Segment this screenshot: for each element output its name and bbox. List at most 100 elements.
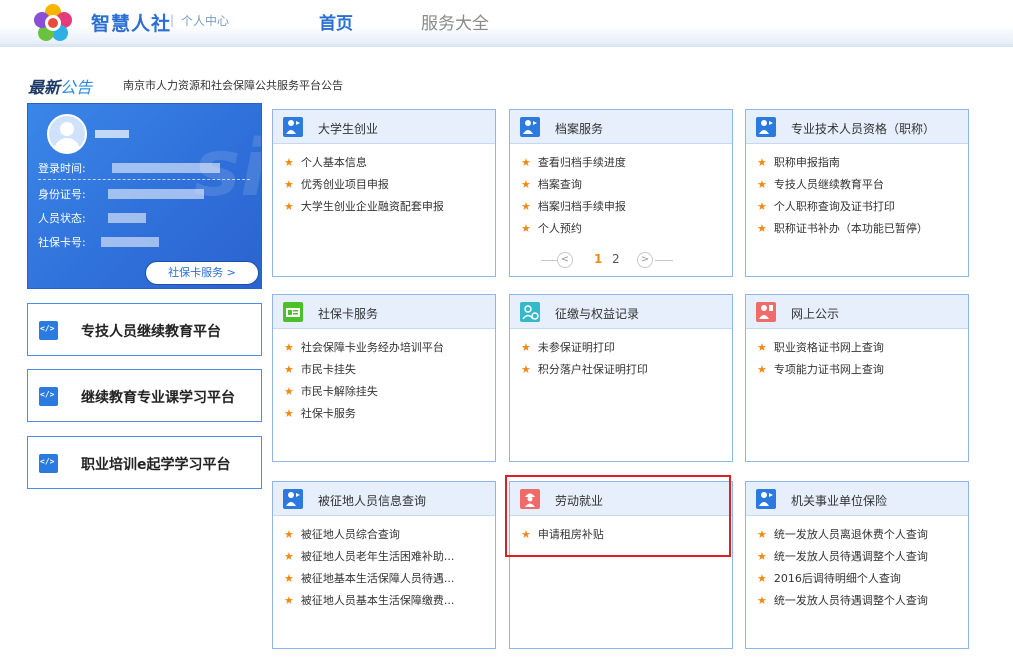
service-card-public-notice: 网上公示 ★ 职业资格证书网上查询 ★ 专项能力证书网上查询 <box>745 294 969 462</box>
service-link-list: ★ 统一发放人员离退休费个人查询 ★ 统一发放人员待遇调整个人查询 ★ 2016后调待… <box>757 524 928 612</box>
code-icon <box>39 454 58 473</box>
star-icon: ★ <box>757 550 767 563</box>
code-icon <box>39 321 58 340</box>
service-card-title: 档案服务 <box>555 122 604 136</box>
service-link[interactable]: ★ 市民卡挂失 <box>284 359 444 381</box>
star-icon: ★ <box>757 363 767 376</box>
person-flag-icon <box>283 489 303 509</box>
service-link-list: ★ 查看归档手续进度 ★ 档案查询 ★ 档案归档手续申报 ★ 个人预约 <box>521 152 626 240</box>
person-record-icon <box>520 302 540 322</box>
platform-label: 继续教育专业课学习平台 <box>81 390 235 406</box>
service-link-list: ★ 个人基本信息 ★ 优秀创业项目申报 ★ 大学生创业企业融资配套申报 <box>284 152 444 218</box>
service-card-header[interactable]: 档案服务 <box>510 110 732 144</box>
person-flag-icon <box>520 117 540 137</box>
service-link[interactable]: ★ 2016后调待明细个人查询 <box>757 568 928 590</box>
service-link[interactable]: ★ 档案归档手续申报 <box>521 196 626 218</box>
service-card-title: 大学生创业 <box>318 122 379 136</box>
platform-continuing-education[interactable]: 专技人员继续教育平台 <box>27 303 262 356</box>
card-divider <box>38 179 250 180</box>
service-link[interactable]: ★ 统一发放人员离退休费个人查询 <box>757 524 928 546</box>
notice-label: 最新公告 <box>28 74 92 98</box>
card-username-blur <box>95 130 129 138</box>
platform-vocational-training[interactable]: 职业培训e起学学习平台 <box>27 436 262 489</box>
avatar <box>47 114 87 154</box>
social-card-service-button[interactable]: 社保卡服务 > <box>145 261 259 285</box>
service-card-header[interactable]: 被征地人员信息查询 <box>273 482 495 516</box>
service-link[interactable]: ★ 专技人员继续教育平台 <box>757 174 928 196</box>
star-icon: ★ <box>757 572 767 585</box>
pagination: < 1 2 > <box>541 251 677 269</box>
star-icon: ★ <box>284 528 294 541</box>
service-card-title: 社保卡服务 <box>318 307 379 321</box>
notice-label-latest: 最新 <box>28 78 61 97</box>
service-link[interactable]: ★ 职称证书补办（本功能已暂停） <box>757 218 928 240</box>
notice-label-announcement: 公告 <box>60 78 93 97</box>
service-link[interactable]: ★ 社会保障卡业务经办培训平台 <box>284 337 444 359</box>
person-flag-icon <box>756 117 776 137</box>
star-icon: ★ <box>284 407 294 420</box>
service-link[interactable]: ★ 统一发放人员待遇调整个人查询 <box>757 546 928 568</box>
service-link[interactable]: ★ 专项能力证书网上查询 <box>757 359 884 381</box>
service-card-title: 网上公示 <box>791 307 840 321</box>
service-link[interactable]: ★ 未参保证明打印 <box>521 337 648 359</box>
service-link[interactable]: ★ 市民卡解除挂失 <box>284 381 444 403</box>
service-link-list: ★ 未参保证明打印 ★ 积分落户社保证明打印 <box>521 337 648 381</box>
service-card-institution-insurance: 机关事业单位保险 ★ 统一发放人员离退休费个人查询 ★ 统一发放人员待遇调整个人查询… <box>745 481 969 649</box>
page-2[interactable]: 2 <box>612 252 620 266</box>
service-card-social-security-card: 社保卡服务 ★ 社会保障卡业务经办培训平台 ★ 市民卡挂失 ★ 市民卡解除挂失 ★ 社保… <box>272 294 496 462</box>
login-time-value <box>112 163 220 173</box>
user-info-card: si 登录时间: 身份证号: 人员状态: 社保卡号: 社保卡服务 > <box>27 103 262 289</box>
service-link[interactable]: ★ 被征地人员综合查询 <box>284 524 454 546</box>
service-link[interactable]: ★ 查看归档手续进度 <box>521 152 626 174</box>
person-flag-icon <box>756 489 776 509</box>
service-link-list: ★ 社会保障卡业务经办培训平台 ★ 市民卡挂失 ★ 市民卡解除挂失 ★ 社保卡服务 <box>284 337 444 425</box>
service-card-graduate-startup: 大学生创业 ★ 个人基本信息 ★ 优秀创业项目申报 ★ 大学生创业企业融资配套申报 <box>272 109 496 277</box>
service-link[interactable]: ★ 统一发放人员待遇调整个人查询 <box>757 590 928 612</box>
code-icon <box>39 387 58 406</box>
service-link[interactable]: ★ 个人基本信息 <box>284 152 444 174</box>
brand-title[interactable]: 智慧人社 <box>91 9 171 36</box>
nav-home[interactable]: 首页 <box>319 9 353 34</box>
star-icon: ★ <box>284 572 294 585</box>
top-header: 智慧人社 | 个人中心 首页 服务大全 <box>0 0 1013 46</box>
service-link[interactable]: ★ 档案查询 <box>521 174 626 196</box>
prev-page-button[interactable]: < <box>557 252 573 268</box>
service-card-header[interactable]: 专业技术人员资格（职称） <box>746 110 968 144</box>
service-link[interactable]: ★ 职称申报指南 <box>757 152 928 174</box>
logo-icon <box>34 4 72 41</box>
service-card-header[interactable]: 机关事业单位保险 <box>746 482 968 516</box>
service-card-professional-title: 专业技术人员资格（职称） ★ 职称申报指南 ★ 专技人员继续教育平台 ★ 个人职称查询… <box>745 109 969 277</box>
id-number-label: 身份证号: <box>38 188 86 201</box>
person-status-label: 人员状态: <box>38 212 86 225</box>
page-1[interactable]: 1 <box>594 252 602 266</box>
social-card-label: 社保卡号: <box>38 236 86 249</box>
service-link[interactable]: ★ 职业资格证书网上查询 <box>757 337 884 359</box>
service-link-list: ★ 被征地人员综合查询 ★ 被征地人员老年生活困难补助... ★ 被征地基本生活保障人… <box>284 524 454 612</box>
service-link[interactable]: ★ 个人预约 <box>521 218 626 240</box>
avatar-body <box>54 138 80 152</box>
star-icon: ★ <box>521 222 531 235</box>
platform-professional-course[interactable]: 继续教育专业课学习平台 <box>27 369 262 422</box>
next-page-button[interactable]: > <box>637 252 653 268</box>
service-card-header[interactable]: 社保卡服务 <box>273 295 495 329</box>
service-link[interactable]: ★ 积分落户社保证明打印 <box>521 359 648 381</box>
service-link[interactable]: ★ 社保卡服务 <box>284 403 444 425</box>
star-icon: ★ <box>284 594 294 607</box>
service-link[interactable]: ★ 被征地人员老年生活困难补助... <box>284 546 454 568</box>
service-link[interactable]: ★ 个人职称查询及证书打印 <box>757 196 928 218</box>
login-time-label: 登录时间: <box>38 162 86 175</box>
service-card-header[interactable]: 网上公示 <box>746 295 968 329</box>
service-card-header[interactable]: 征缴与权益记录 <box>510 295 732 329</box>
star-icon: ★ <box>284 550 294 563</box>
service-link[interactable]: ★ 优秀创业项目申报 <box>284 174 444 196</box>
service-link[interactable]: ★ 被征地基本生活保障人员待遇... <box>284 568 454 590</box>
service-card-header[interactable]: 大学生创业 <box>273 110 495 144</box>
star-icon: ★ <box>757 594 767 607</box>
star-icon: ★ <box>521 341 531 354</box>
service-link[interactable]: ★ 大学生创业企业融资配套申报 <box>284 196 444 218</box>
service-link[interactable]: ★ 被征地人员基本生活保障缴费... <box>284 590 454 612</box>
notice-text[interactable]: 南京市人力资源和社会保障公共服务平台公告 <box>123 77 343 93</box>
nav-services[interactable]: 服务大全 <box>421 9 489 34</box>
avatar-head <box>60 122 74 136</box>
service-card-title: 征缴与权益记录 <box>555 307 640 321</box>
